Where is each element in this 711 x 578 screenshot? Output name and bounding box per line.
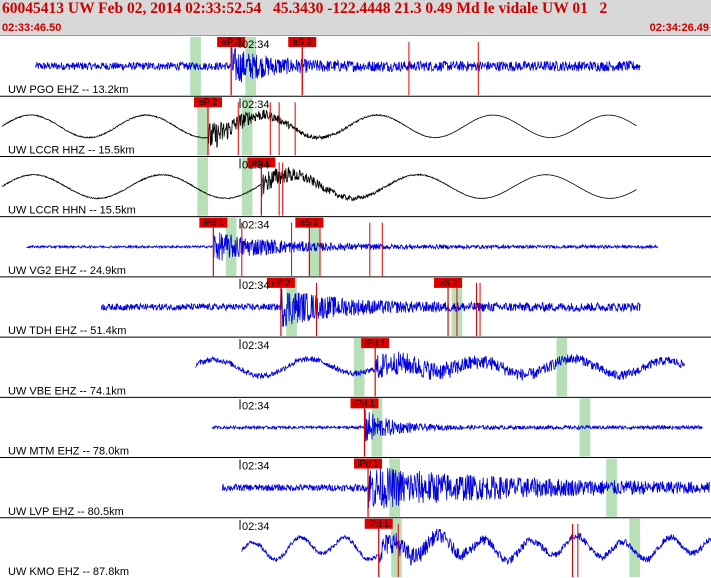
- waveform: [241, 528, 711, 566]
- header-bar: 60045413 UW Feb 02, 2014 02:33:52.54 45.…: [0, 0, 711, 36]
- trace-row[interactable]: eS 202:34UW LCCR HHN -- 15.5km: [1, 157, 637, 217]
- minute-tick-label: 02:34: [242, 39, 270, 51]
- trace-row[interactable]: iPd 1 eS 2 02:34 UW VG2 EHZ -- 24.9km: [8, 217, 659, 277]
- trace-row[interactable]: eP 2 eS 2 02:34 UW PGO EHZ -- 13.2km: [8, 37, 641, 96]
- waveform: [195, 351, 685, 381]
- trace-row[interactable]: eP 2 eS 2 02:34 UW TDH EHZ -- 51.4km: [8, 277, 641, 337]
- station-label: UW TDH EHZ -- 51.4km: [8, 325, 126, 337]
- station-label: UW LVP EHZ -- 80.5km: [8, 506, 124, 518]
- pick-label: iPd 1: [203, 218, 224, 228]
- event-title: 60045413 UW Feb 02, 2014 02:33:52.54 45.…: [2, 0, 608, 17]
- pick-label: eS 2: [300, 218, 319, 228]
- pick-label: eS 2: [439, 278, 458, 288]
- end-time: 02:34:26.49: [649, 22, 709, 34]
- waveform: [26, 232, 659, 261]
- waveform: [221, 467, 710, 509]
- waveform: [211, 409, 703, 442]
- analysis-window: [556, 338, 568, 397]
- analysis-window: [197, 157, 209, 216]
- trace-row[interactable]: iPd 1 02:34 UW KMO EHZ -- 87.8km: [8, 518, 711, 578]
- pick-label: eP 2: [222, 37, 240, 47]
- pick-label: eP 2: [272, 278, 290, 288]
- station-label: UW VBE EHZ -- 74.1km: [8, 385, 126, 397]
- pick-label: iPd 1: [358, 459, 379, 469]
- minute-tick-label: 02:34: [242, 521, 270, 533]
- station-label: UW MTM EHZ -- 78.0km: [8, 446, 129, 458]
- waveform: [1, 109, 637, 148]
- pick-label: iPd 1: [365, 338, 386, 348]
- minute-tick-label: 02:34: [242, 340, 270, 352]
- trace-row[interactable]: iPd 1 02:34 UW VBE EHZ -- 74.1km: [8, 338, 685, 397]
- trace-row[interactable]: eP 2 02:34 UW LCCR HHZ -- 15.5km: [1, 97, 637, 156]
- minute-tick-label: 02:34: [242, 280, 270, 292]
- trace-row[interactable]: iPd 1 02:34 UW MTM EHZ -- 78.0km: [8, 398, 703, 458]
- pick-label: iPd 1: [354, 398, 375, 408]
- station-label: UW KMO EHZ -- 87.8km: [8, 566, 129, 578]
- station-label: UW LCCR HHN -- 15.5km: [8, 205, 136, 217]
- station-label: UW PGO EHZ -- 13.2km: [8, 84, 128, 96]
- minute-tick-label: 02:34: [242, 461, 270, 473]
- pick-label: iPd 1: [368, 519, 389, 529]
- trace-row[interactable]: iPd 1 02:34 UW LVP EHZ -- 80.5km: [8, 458, 710, 518]
- minute-tick-label: 02:34: [242, 159, 270, 171]
- minute-tick-label: 02:34: [242, 220, 270, 232]
- pick-label: eP 2: [199, 97, 217, 107]
- waveform: [35, 47, 641, 83]
- waveform: [100, 288, 641, 327]
- minute-tick-label: 02:34: [242, 99, 270, 111]
- start-time: 02:33:46.50: [2, 22, 62, 34]
- seismogram-panel[interactable]: eP 2 eS 202:34UW PGO EHZ -- 13.2kmeP 2 02:…: [0, 36, 711, 578]
- station-label: UW VG2 EHZ -- 24.9km: [8, 265, 126, 277]
- pick-label: eS 2: [293, 37, 312, 47]
- station-label: UW LCCR HHZ -- 15.5km: [8, 144, 135, 156]
- waveform: [1, 166, 637, 202]
- minute-tick-label: 02:34: [242, 400, 270, 412]
